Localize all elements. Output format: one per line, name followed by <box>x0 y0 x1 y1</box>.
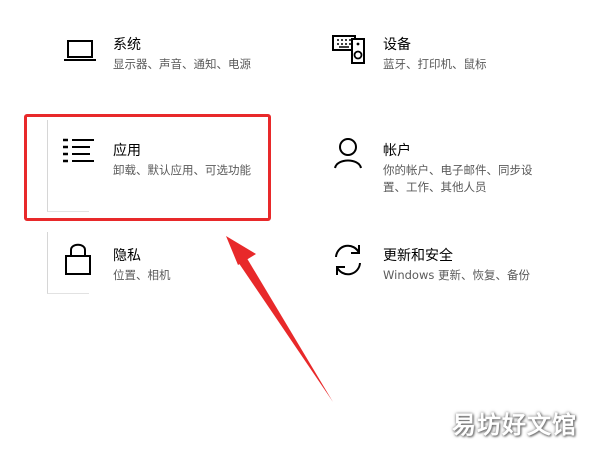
highlight-box <box>24 114 271 221</box>
watermark-text: 易坊好文馆 <box>452 411 577 439</box>
tile-devices-desc: 蓝牙、打印机、鼠标 <box>383 57 487 71</box>
keyboard-speaker-icon <box>330 30 370 70</box>
tile-accounts-desc-line2: 置、工作、其他人员 <box>383 180 487 194</box>
tile-system-title: 系统 <box>113 37 141 53</box>
tile-privacy-desc: 位置、相机 <box>113 268 171 282</box>
tile-privacy-title: 隐私 <box>113 248 141 264</box>
sync-arrows-icon <box>330 240 370 280</box>
tile-privacy[interactable]: 隐私 位置、相机 <box>60 240 270 320</box>
tile-system[interactable]: 系统 显示器、声音、通知、电源 <box>60 30 290 110</box>
tile-accounts-title: 帐户 <box>383 143 411 159</box>
tile-accounts-desc-line1: 你的帐户、电子邮件、同步设 <box>383 163 533 177</box>
laptop-icon <box>60 30 100 70</box>
tile-devices[interactable]: 设备 蓝牙、打印机、鼠标 <box>330 30 570 110</box>
tile-update-security-desc: Windows 更新、恢复、备份 <box>383 268 530 282</box>
lock-icon <box>60 240 100 280</box>
tile-devices-title: 设备 <box>383 37 411 53</box>
tile-update-security[interactable]: 更新和安全 Windows 更新、恢复、备份 <box>330 240 570 320</box>
tile-update-security-title: 更新和安全 <box>383 248 453 264</box>
tile-system-desc: 显示器、声音、通知、电源 <box>113 57 251 71</box>
tile-accounts[interactable]: 帐户 你的帐户、电子邮件、同步设 置、工作、其他人员 <box>330 134 570 198</box>
person-icon <box>330 134 370 174</box>
